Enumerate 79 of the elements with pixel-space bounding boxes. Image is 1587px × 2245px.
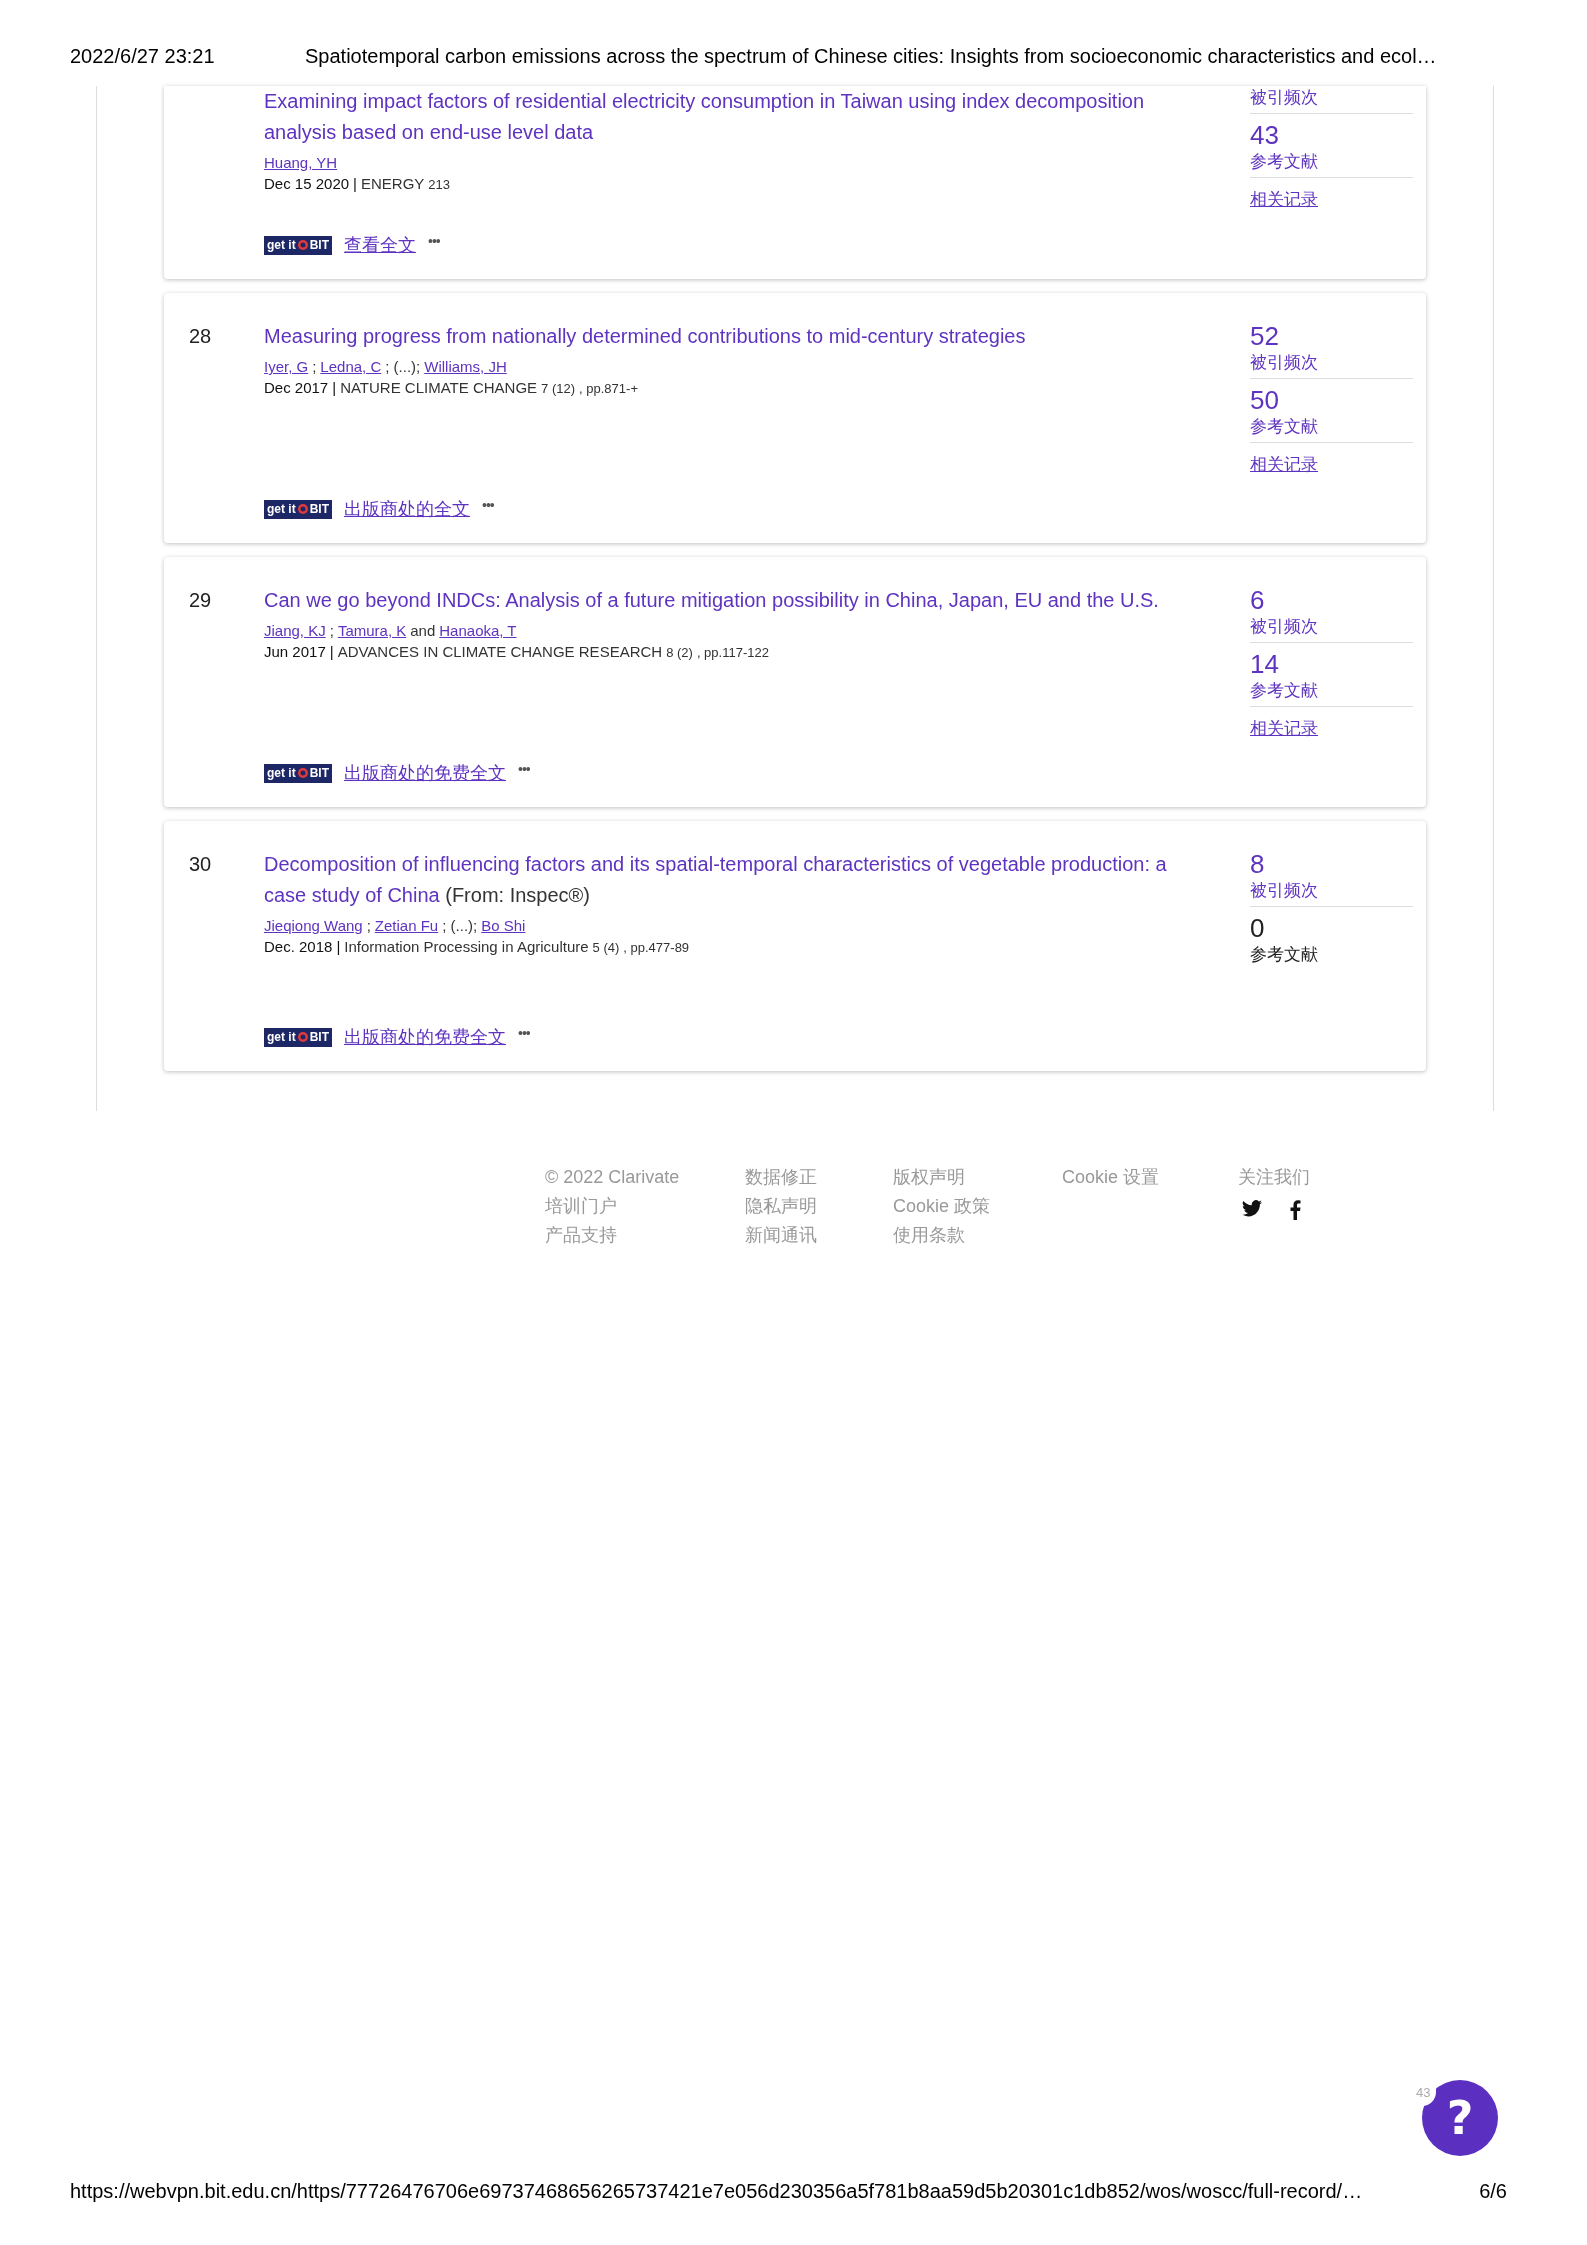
page-range: , pp.477-89	[623, 940, 690, 955]
author-separator: and	[410, 622, 436, 639]
author-link[interactable]: Zetian Fu	[374, 917, 439, 934]
page-range: , pp.871-+	[579, 381, 638, 396]
record-title[interactable]: Decomposition of influencing factors and its spatial-temporal characteristics of vegetable production: a case study of China (From: Inspec®)	[264, 849, 1184, 911]
metric-count[interactable]: 6	[1250, 585, 1413, 615]
author-link[interactable]: Williams, JH	[424, 358, 507, 375]
metric-count[interactable]: 52	[1250, 321, 1413, 351]
author-separator: ;	[366, 917, 371, 934]
author-separator: ; (...);	[385, 358, 421, 375]
more-button[interactable]: •••	[428, 233, 440, 249]
page-title: Spatiotemporal carbon emissions across the spectrum of Chinese cities: Insights from socioeconomic characteristics and ecol…	[305, 44, 1437, 68]
journal-name: Information Processing in Agriculture	[344, 938, 589, 955]
record-number: 29	[189, 588, 213, 612]
volume-issue: 7 (12)	[541, 381, 576, 396]
twitter-icon[interactable]	[1242, 1200, 1262, 1217]
related-records-link[interactable]: 相关记录	[1250, 449, 1413, 476]
journal-name: ADVANCES IN CLIMATE CHANGE RESEARCH	[337, 643, 663, 660]
metric-count[interactable]: 8	[1250, 849, 1413, 879]
journal-name: ENERGY	[361, 175, 425, 192]
author-separator: ;	[312, 358, 317, 375]
record-title[interactable]: Measuring progress from nationally determined contributions to mid-century strategies	[264, 321, 1184, 352]
related-records-link[interactable]: 相关记录	[1250, 713, 1413, 740]
get-it-logo[interactable]: get it BIT	[264, 235, 332, 255]
more-button[interactable]: •••	[482, 497, 494, 513]
metric-label[interactable]: 被引频次	[1250, 879, 1413, 902]
metric-count[interactable]: 14	[1250, 649, 1413, 679]
source-separator: |	[336, 938, 341, 955]
page-number: 6/6	[1479, 2180, 1507, 2203]
metric-label[interactable]: 被引频次	[1250, 615, 1413, 638]
author-link[interactable]: Hanaoka, T	[439, 622, 517, 639]
page-url: https://webvpn.bit.edu.cn/https/77726476706e69737468656265737421e7e056d230356a5f781b8aa59d5b20301c1db852/wos/woscc/full-record/…	[70, 2180, 1363, 2203]
metric-label[interactable]: 被引频次	[1250, 351, 1413, 374]
author-separator: ; (...);	[442, 917, 478, 934]
full-text-link[interactable]: 出版商处的免费全文	[344, 1025, 506, 1049]
get-it-logo[interactable]: get it BIT	[264, 1027, 332, 1047]
volume-issue: 5 (4)	[592, 940, 620, 955]
metric-label[interactable]: 被引频次	[1250, 86, 1413, 109]
related-records-link[interactable]: 相关记录	[1250, 184, 1413, 211]
metric-label[interactable]: 参考文献	[1250, 679, 1413, 702]
author-link[interactable]: Iyer, G	[264, 358, 309, 375]
page-range: , pp.117-122	[696, 645, 769, 660]
metric-label: 参考文献	[1250, 944, 1319, 966]
full-text-link[interactable]: 出版商处的免费全文	[344, 761, 506, 785]
metric-label[interactable]: 参考文献	[1250, 415, 1413, 438]
publication-date: Dec 2017	[264, 379, 329, 396]
metric-count[interactable]: 50	[1250, 385, 1413, 415]
metric-count[interactable]: 43	[1250, 120, 1413, 150]
more-button[interactable]: •••	[518, 761, 530, 777]
source-separator: |	[332, 379, 337, 396]
metric-count: 0	[1250, 913, 1266, 943]
get-it-logo[interactable]: get it BIT	[264, 763, 332, 783]
source-separator: |	[353, 175, 357, 192]
record-title[interactable]: Can we go beyond INDCs: Analysis of a future mitigation possibility in China, Japan, EU and the U.S.	[264, 585, 1184, 616]
author-link[interactable]: Bo Shi	[481, 917, 526, 934]
publication-date: Jun 2017	[264, 643, 326, 660]
volume-issue: 8 (2)	[666, 645, 693, 660]
print-date: 2022/6/27 23:21	[70, 44, 216, 68]
author-link[interactable]: Ledna, C	[320, 358, 382, 375]
journal-name: NATURE CLIMATE CHANGE	[340, 379, 538, 396]
record-number: 28	[189, 324, 213, 348]
source-separator: |	[329, 643, 334, 660]
facebook-icon[interactable]	[1290, 1200, 1301, 1220]
author-link[interactable]: Tamura, K	[337, 622, 407, 639]
author-link[interactable]: Jiang, KJ	[264, 622, 326, 639]
record-number: 30	[189, 852, 213, 876]
author-link[interactable]: Jieqiong Wang	[264, 917, 363, 934]
volume-issue: 213	[428, 177, 451, 192]
follow-us-label: 关注我们	[1238, 1166, 1310, 1189]
metric-label[interactable]: 参考文献	[1250, 150, 1413, 173]
record-title[interactable]: Examining impact factors of residential electricity consumption in Taiwan using index decomposition analysis based on end-use level data	[264, 86, 1184, 148]
publication-date: Dec 15 2020	[264, 175, 350, 192]
author-link[interactable]: Huang, YH	[264, 154, 338, 171]
full-text-link[interactable]: 出版商处的全文	[344, 497, 470, 521]
get-it-logo[interactable]: get it BIT	[264, 499, 332, 519]
more-button[interactable]: •••	[518, 1025, 530, 1041]
full-text-link[interactable]: 查看全文	[344, 233, 416, 257]
author-separator: ;	[329, 622, 334, 639]
publication-date: Dec. 2018	[264, 938, 333, 955]
